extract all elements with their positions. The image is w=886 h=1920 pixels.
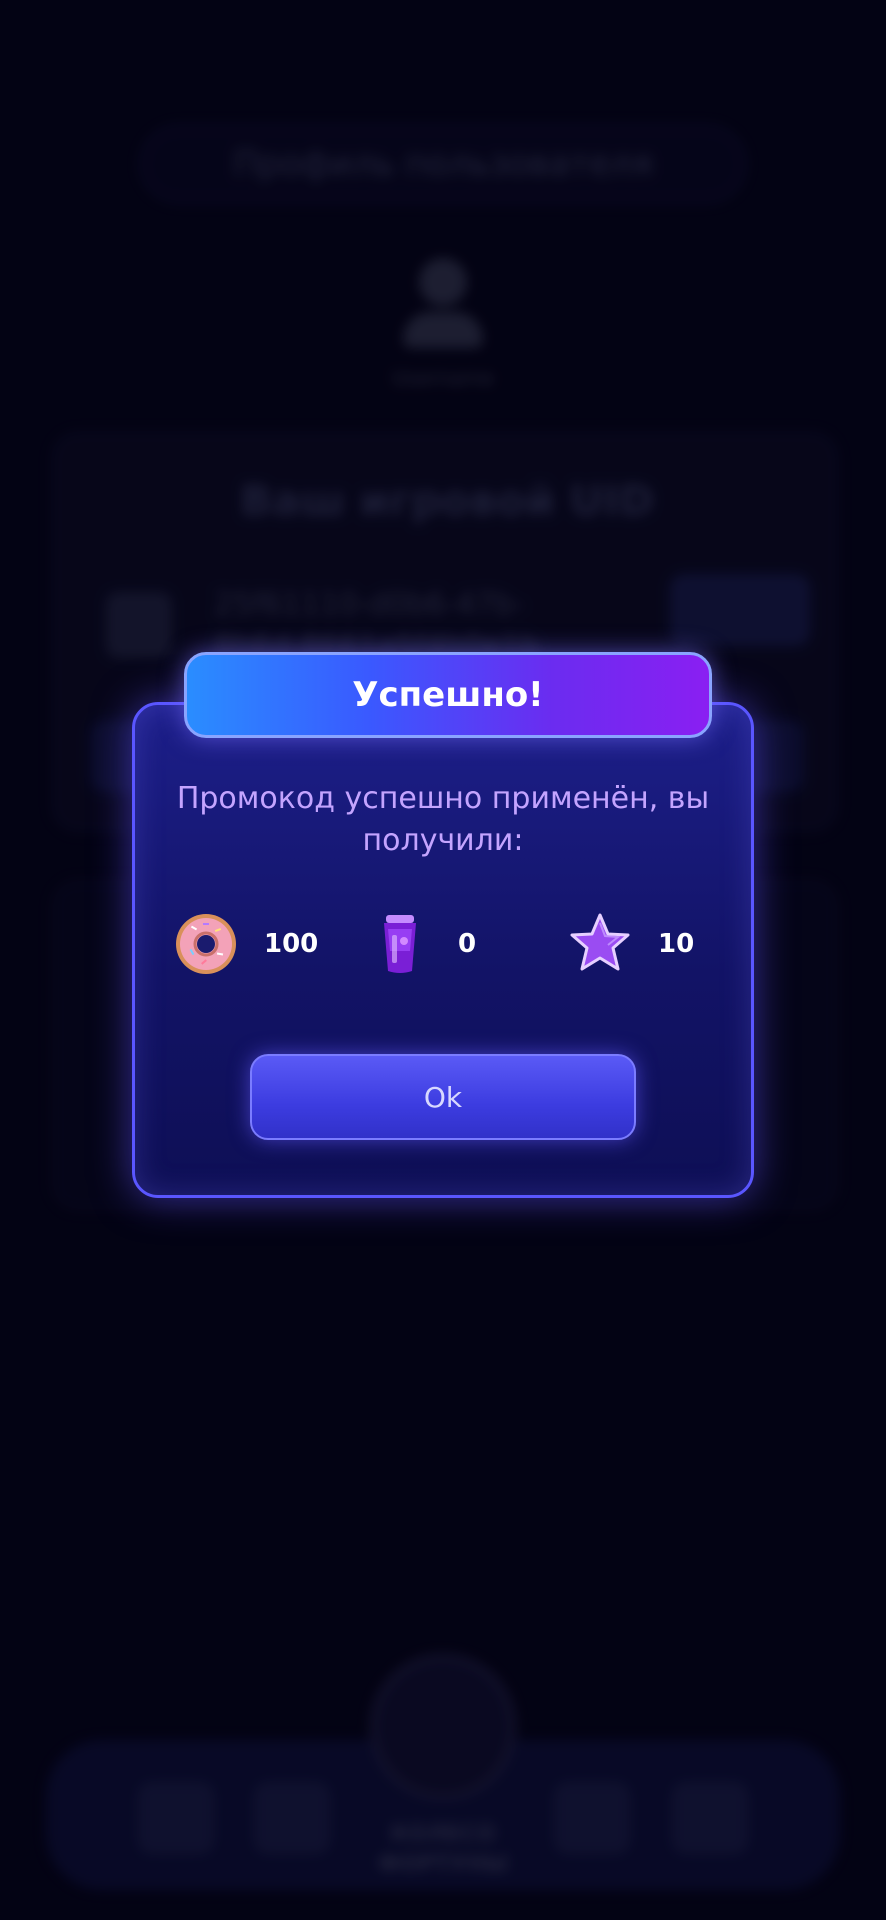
modal-message: Промокод успешно применён, вы получили: xyxy=(176,781,710,858)
modal-header: Успешно! xyxy=(184,652,712,738)
reward-item: 10 xyxy=(566,908,694,980)
star-icon xyxy=(566,910,634,978)
reward-drink-value: 0 xyxy=(458,929,477,959)
ok-button[interactable]: Ok xyxy=(250,1054,636,1140)
modal-title: Успешно! xyxy=(352,675,544,715)
purple-drink-icon xyxy=(366,910,434,978)
reward-item: 100 xyxy=(172,908,318,980)
reward-donut-value: 100 xyxy=(264,929,319,959)
donut-icon xyxy=(172,910,240,978)
reward-star-value: 10 xyxy=(658,929,695,959)
reward-item: 0 xyxy=(366,908,476,980)
